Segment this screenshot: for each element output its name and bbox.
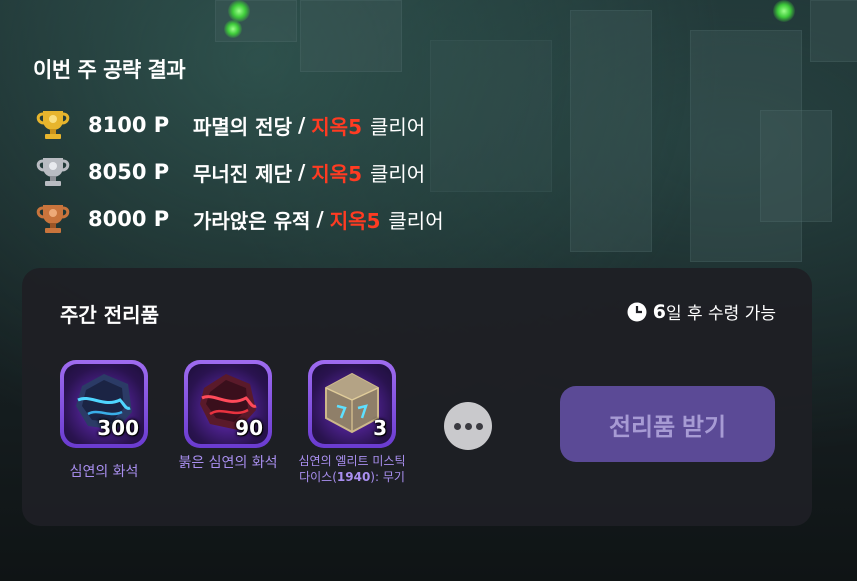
result-points: 8050 P — [88, 160, 170, 184]
reward-item-abyss-fossil[interactable]: 300 — [60, 360, 148, 448]
separator: / — [316, 207, 324, 231]
separator: / — [297, 160, 306, 184]
dot-icon — [453, 422, 461, 430]
difficulty-label: 지옥5 — [311, 114, 362, 139]
claim-timer: 6 일 후 수령 가능 — [627, 299, 776, 324]
reward-name: 심연의 엘리트 미스틱 다이스(1940): 무기 — [280, 453, 424, 485]
clear-status: 클리어 — [388, 208, 444, 233]
result-row-gold: 8100 P 파멸의 전당 / 지옥5 클리어 — [34, 108, 425, 142]
more-rewards-button[interactable] — [444, 402, 492, 450]
clear-status: 클리어 — [370, 161, 426, 186]
timer-days: 6 — [652, 300, 666, 323]
reward-count: 300 — [97, 416, 139, 440]
reward-count: 90 — [235, 416, 263, 440]
dungeon-name: 파멸의 전당 — [193, 114, 292, 139]
reward-name: 붉은 심연의 화석 — [178, 455, 278, 471]
timer-text: 일 후 수령 가능 — [665, 304, 776, 324]
dot-icon — [475, 422, 483, 430]
reward-name: 심연의 화석 — [69, 464, 139, 480]
result-points: 8000 P — [88, 207, 170, 231]
weekly-rewards-title: 주간 전리품 — [60, 303, 159, 327]
dungeon-name: 가라앉은 유적 — [193, 208, 311, 233]
claim-rewards-button[interactable]: 전리품 받기 — [560, 386, 775, 462]
reward-name-line1: 심연의 엘리트 미스틱 — [298, 454, 406, 468]
weekly-rewards-panel: 주간 전리품 6 일 후 수령 가능 300 심연의 화석 90 붉은 심연의 … — [22, 268, 812, 526]
difficulty-label: 지옥5 — [311, 161, 362, 186]
clock-icon — [627, 302, 647, 321]
separator: / — [297, 113, 306, 137]
bronze-trophy-icon — [36, 205, 70, 233]
silver-trophy-icon — [36, 158, 70, 186]
gold-trophy-icon — [36, 111, 70, 139]
result-row-bronze: 8000 P 가라앉은 유적 / 지옥5 클리어 — [34, 202, 444, 236]
dot-icon — [464, 422, 472, 430]
reward-item-mystic-dice[interactable]: 3 — [308, 360, 396, 448]
reward-item-red-abyss-fossil[interactable]: 90 — [184, 360, 272, 448]
dungeon-name: 무너진 제단 — [193, 161, 292, 186]
result-row-silver: 8050 P 무너진 제단 / 지옥5 클리어 — [34, 155, 425, 189]
weekly-results-title: 이번 주 공략 결과 — [33, 58, 186, 82]
difficulty-label: 지옥5 — [329, 208, 381, 233]
reward-count: 3 — [373, 416, 387, 440]
result-points: 8100 P — [88, 113, 170, 137]
clear-status: 클리어 — [370, 114, 426, 139]
reward-name-line2: 다이스(1940): 무기 — [299, 470, 405, 484]
